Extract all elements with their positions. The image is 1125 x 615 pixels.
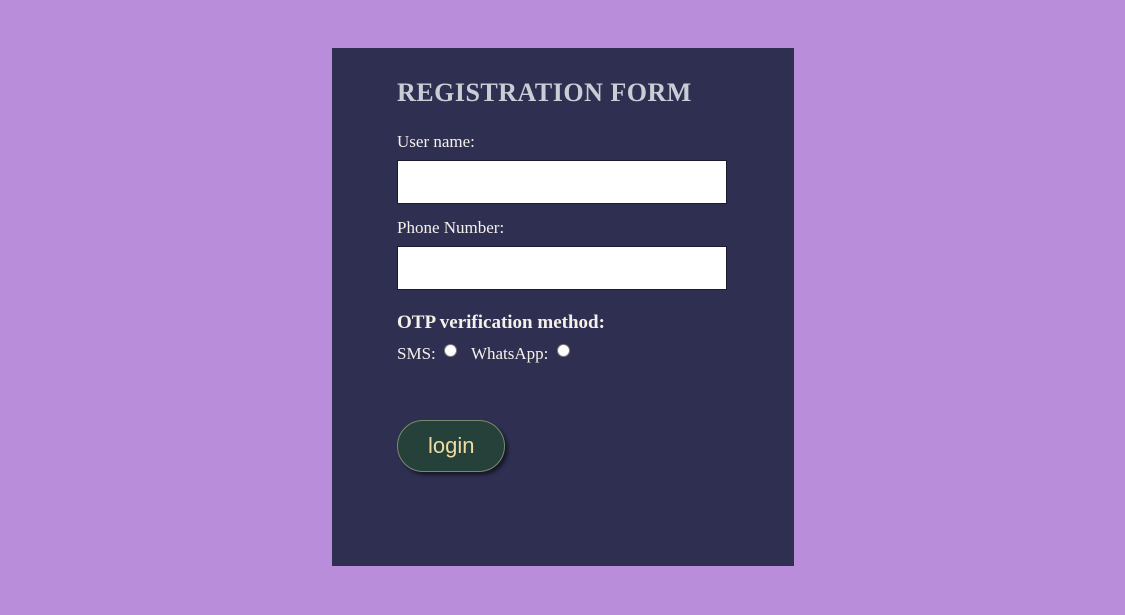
login-button[interactable]: login [397,420,505,472]
sms-radio[interactable] [444,344,457,357]
otp-options: SMS: WhatsApp: [397,344,729,364]
registration-form-panel: REGISTRATION FORM User name: Phone Numbe… [332,48,794,566]
sms-label: SMS: [397,344,436,363]
whatsapp-label: WhatsApp: [471,344,548,363]
whatsapp-radio[interactable] [557,344,570,357]
phone-label: Phone Number: [397,218,729,238]
username-label: User name: [397,132,729,152]
otp-heading: OTP verification method: [397,312,729,334]
username-input[interactable] [397,160,727,204]
phone-input[interactable] [397,246,727,290]
form-title: REGISTRATION FORM [397,78,729,108]
